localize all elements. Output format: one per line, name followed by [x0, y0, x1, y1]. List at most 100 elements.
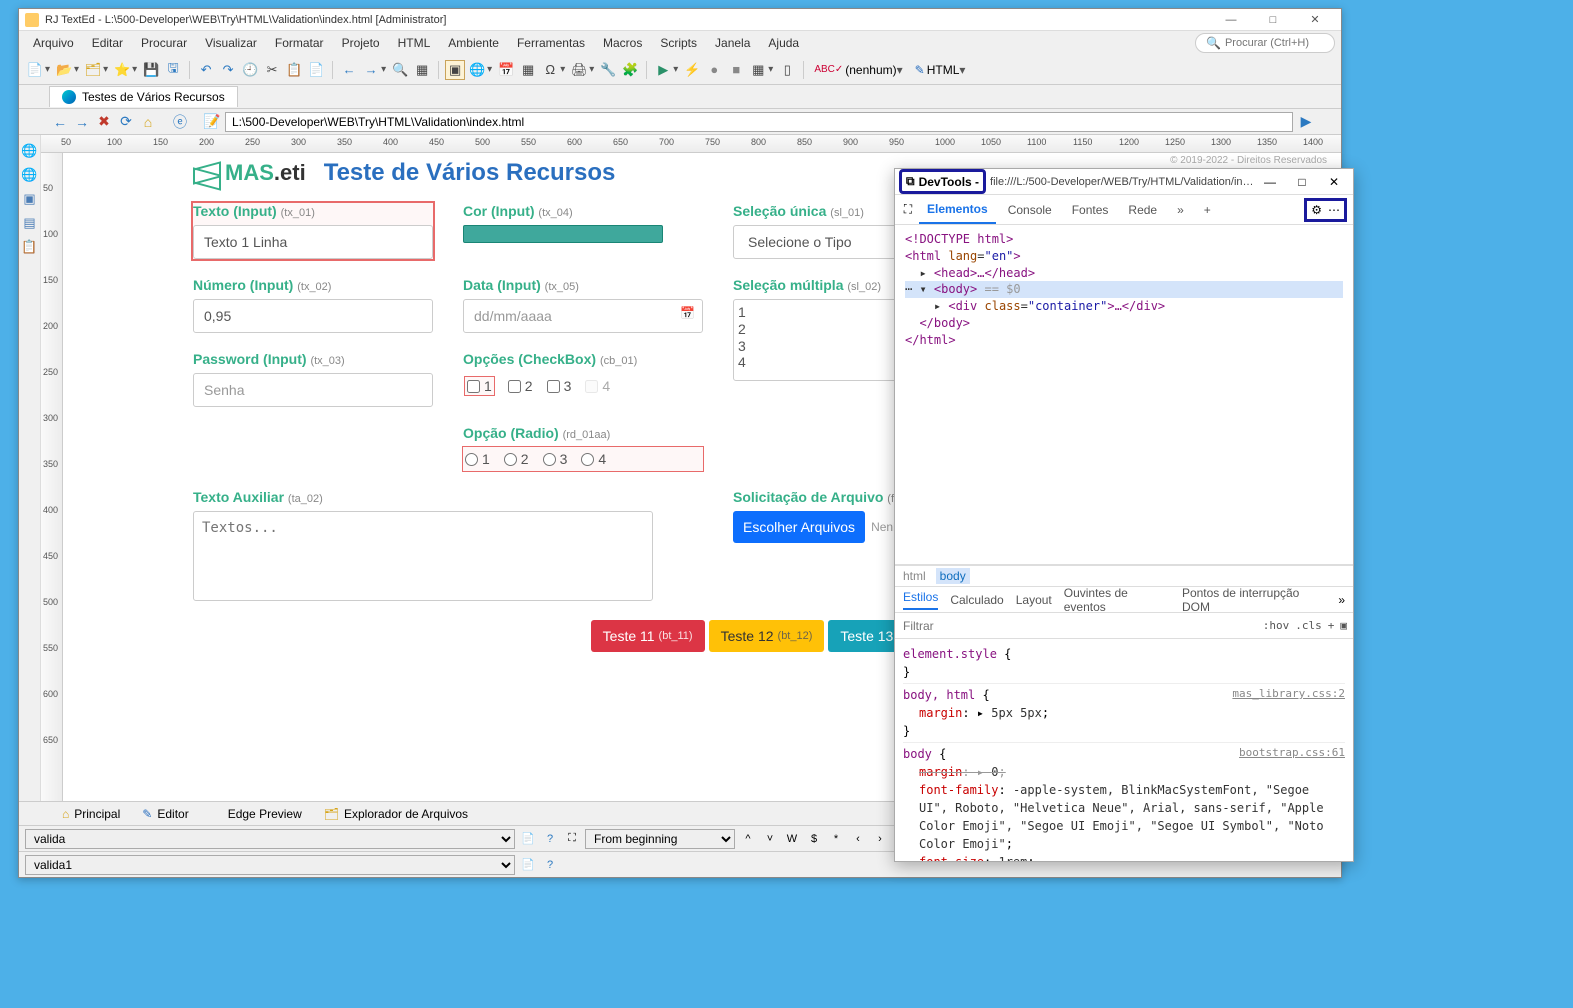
layout-icon[interactable]: ▦ — [748, 60, 768, 80]
find-prev-icon[interactable]: ‹ — [849, 830, 867, 848]
cut-icon[interactable]: ✂ — [262, 60, 282, 80]
tab-edge-preview[interactable]: Edge Preview — [200, 803, 313, 825]
lang-combo-1[interactable]: ABC✓ (nenhum)▾ — [810, 63, 908, 77]
menu-html[interactable]: HTML — [390, 34, 439, 52]
stab-calculado[interactable]: Calculado — [950, 593, 1003, 607]
button-teste12[interactable]: Teste 12 (bt_12) — [709, 620, 825, 652]
dt-close-button[interactable]: ✕ — [1319, 175, 1349, 189]
radio-4[interactable] — [581, 453, 594, 466]
omega-icon[interactable]: Ω — [540, 60, 560, 80]
checkbox-3[interactable] — [547, 380, 560, 393]
maximize-button[interactable]: □ — [1253, 11, 1293, 29]
dt-maximize-button[interactable]: □ — [1287, 175, 1317, 189]
menu-macros[interactable]: Macros — [595, 34, 650, 52]
save-all-icon[interactable]: 🖫 — [163, 60, 183, 80]
find-input-1[interactable]: valida — [25, 829, 515, 849]
fwd-arrow-icon[interactable]: → — [361, 60, 381, 80]
grid-icon[interactable]: ▦ — [412, 60, 432, 80]
nav-home-icon[interactable]: ⌂ — [139, 113, 157, 131]
devtools-dom-tree[interactable]: <!DOCTYPE html> <html lang="en"> ▸ <head… — [895, 225, 1353, 565]
search-box[interactable]: 🔍 — [1195, 33, 1335, 53]
calendar-icon[interactable]: 📅 — [680, 306, 695, 320]
find-icon[interactable]: 🔍 — [390, 60, 410, 80]
lang-combo-2[interactable]: ✎ HTML▾ — [911, 63, 972, 77]
gutter-globe-icon[interactable]: 🌐 — [22, 143, 38, 159]
gear-icon[interactable]: ⚙ — [1311, 203, 1322, 217]
radio-2[interactable] — [504, 453, 517, 466]
input-date[interactable] — [463, 299, 703, 333]
nav-stop-icon[interactable]: ✖ — [95, 113, 113, 131]
paste-icon[interactable]: 📄 — [306, 60, 326, 80]
bc-body[interactable]: body — [936, 568, 970, 584]
menu-projeto[interactable]: Projeto — [334, 34, 388, 52]
panel-icon[interactable]: ▯ — [777, 60, 797, 80]
menu-janela[interactable]: Janela — [707, 34, 758, 52]
bc-html[interactable]: html — [903, 569, 926, 583]
puzzle-icon[interactable]: 🧩 — [620, 60, 640, 80]
menu-ajuda[interactable]: Ajuda — [760, 34, 807, 52]
src-link-2[interactable]: bootstrap.css:61 — [1239, 745, 1345, 762]
minimize-button[interactable]: — — [1211, 11, 1251, 29]
save-icon[interactable]: 💾 — [141, 60, 161, 80]
undo-icon[interactable]: ↶ — [196, 60, 216, 80]
find-word-icon[interactable]: W — [783, 830, 801, 848]
menu-arquivo[interactable]: Arquivo — [25, 34, 82, 52]
open-folder-icon[interactable]: 📂 — [54, 60, 74, 80]
tab-explorer[interactable]: 🗂Explorador de Arquivos — [313, 803, 479, 825]
favorites-icon[interactable]: ⭐ — [112, 60, 132, 80]
ie-icon[interactable]: ⓔ — [171, 113, 189, 131]
button-teste11[interactable]: Teste 11 (bt_11) — [591, 620, 705, 652]
stab-more-icon[interactable]: » — [1338, 593, 1345, 607]
url-input[interactable] — [225, 112, 1293, 132]
edit-doc-icon[interactable]: 📝 — [203, 113, 221, 131]
tab-elementos[interactable]: Elementos — [919, 196, 996, 224]
find-help-icon[interactable]: ? — [541, 830, 559, 848]
nav-fwd-icon[interactable]: → — [73, 113, 91, 131]
dom-selected-body[interactable]: ⋯ ▾ <body> — [905, 281, 1343, 298]
input-tx02[interactable] — [193, 299, 433, 333]
checkbox-2[interactable] — [508, 380, 521, 393]
find-up-icon[interactable]: ^ — [739, 830, 757, 848]
stab-layout[interactable]: Layout — [1016, 593, 1052, 607]
doc-tab-active[interactable]: Testes de Vários Recursos — [49, 86, 238, 107]
redo-icon[interactable]: ↷ — [218, 60, 238, 80]
file-choose-button[interactable]: Escolher Arquivos — [733, 511, 865, 543]
src-link-1[interactable]: mas_library.css:2 — [1232, 686, 1345, 703]
new-file-icon[interactable]: 📄 — [25, 60, 45, 80]
tab-editor[interactable]: ✎Editor — [131, 803, 199, 825]
menu-ferramentas[interactable]: Ferramentas — [509, 34, 593, 52]
radio-1[interactable] — [465, 453, 478, 466]
gutter-panel-icon[interactable]: ▤ — [22, 215, 38, 231]
hov-toggle[interactable]: :hov — [1263, 619, 1290, 632]
tab-console[interactable]: Console — [1000, 197, 1060, 223]
print-icon[interactable]: 🖨 — [569, 60, 589, 80]
menu-formatar[interactable]: Formatar — [267, 34, 332, 52]
device-toggle-icon[interactable]: ▣ — [1340, 619, 1347, 632]
stop-icon[interactable]: ■ — [726, 60, 746, 80]
tab-more-icon[interactable]: » — [1169, 197, 1192, 223]
find-opts-icon[interactable]: ⛶ — [563, 830, 581, 848]
wrench-icon[interactable]: 🔧 — [598, 60, 618, 80]
globe-icon[interactable]: 🌐 — [467, 60, 487, 80]
input-password[interactable] — [193, 373, 433, 407]
replace-help-icon[interactable]: ? — [541, 856, 559, 874]
stab-breakpoints[interactable]: Pontos de interrupção DOM — [1182, 586, 1326, 614]
stab-ouvintes[interactable]: Ouvintes de eventos — [1064, 586, 1170, 614]
replace-new-icon[interactable]: 📄 — [519, 856, 537, 874]
select-tool-icon[interactable]: ▣ — [445, 60, 465, 80]
radio-3[interactable] — [543, 453, 556, 466]
tab-principal[interactable]: ⌂Principal — [51, 803, 131, 825]
folders-icon[interactable]: 🗂 — [83, 60, 103, 80]
gutter-globe2-icon[interactable]: 🌐 — [22, 167, 38, 183]
add-rule-icon[interactable]: + — [1328, 619, 1335, 632]
input-color[interactable] — [463, 225, 663, 243]
tab-rede[interactable]: Rede — [1120, 197, 1165, 223]
menu-procurar[interactable]: Procurar — [133, 34, 195, 52]
record-icon[interactable]: ● — [704, 60, 724, 80]
checkbox-1[interactable] — [467, 380, 480, 393]
find-regex-icon[interactable]: $ — [805, 830, 823, 848]
gutter-window-icon[interactable]: ▣ — [22, 191, 38, 207]
go-icon[interactable]: ▶ — [1297, 113, 1315, 131]
close-button[interactable]: ✕ — [1295, 11, 1335, 29]
copy-icon[interactable]: 📋 — [284, 60, 304, 80]
